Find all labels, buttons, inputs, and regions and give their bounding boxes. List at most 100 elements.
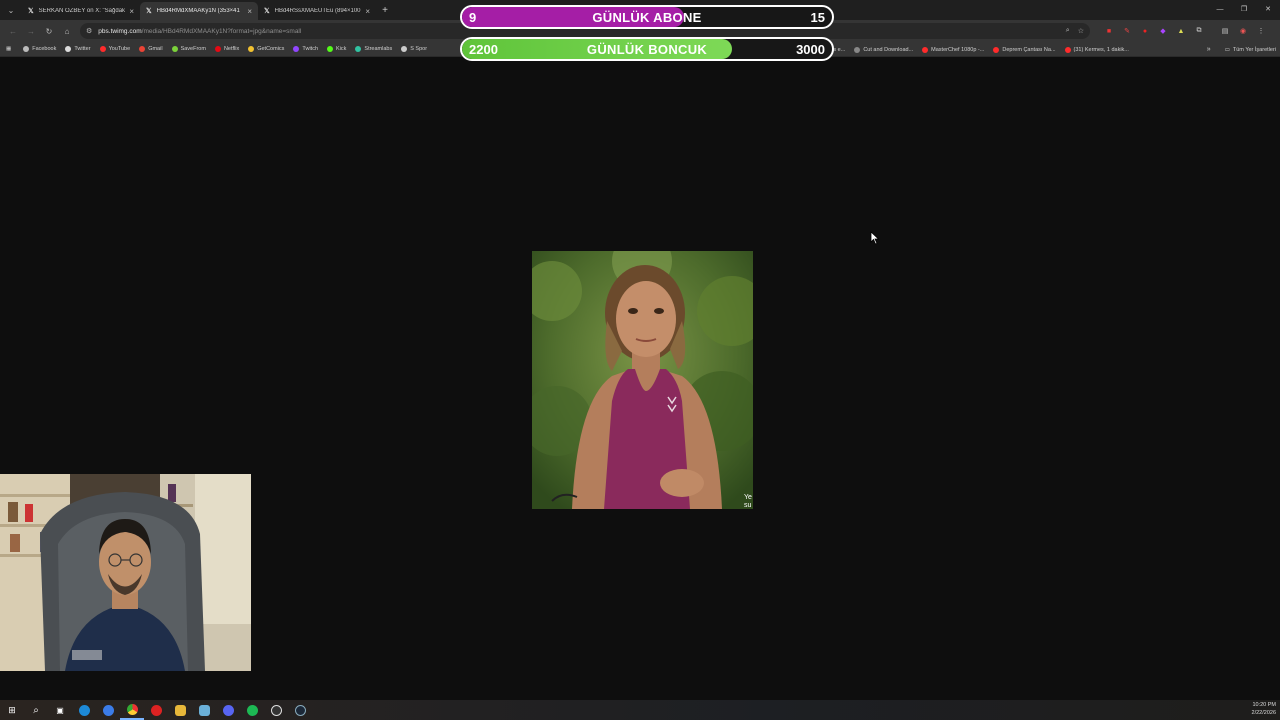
bookmark-item[interactable]: Facebook bbox=[23, 46, 56, 52]
tab-search-chevron-icon[interactable]: ⌄ bbox=[0, 0, 22, 20]
window-controls: — ❐ ✕ bbox=[1208, 0, 1280, 20]
bookmark-favicon-icon bbox=[293, 46, 300, 52]
bookmark-favicon-icon bbox=[171, 46, 178, 52]
bookmark-item[interactable]: Kick bbox=[327, 46, 346, 52]
bookmark-label: Cut and Download... bbox=[863, 46, 914, 53]
bead-goal-label: GÜNLÜK BONCUK bbox=[586, 42, 708, 57]
zoom-icon[interactable]: ⌕ bbox=[1066, 27, 1070, 35]
bookmark-item[interactable]: Twitter bbox=[65, 46, 91, 52]
back-arrow-icon[interactable]: ← bbox=[4, 27, 22, 36]
sidebar-icon[interactable]: ▤ bbox=[1216, 27, 1234, 35]
clock-date: 2/22/2026 bbox=[1251, 710, 1276, 716]
start-windows-icon[interactable]: ⊞ bbox=[0, 700, 24, 720]
snipping-tool-icon[interactable] bbox=[192, 700, 216, 720]
bookmark-label: MasterChef 1080p -... bbox=[931, 46, 985, 53]
webcam-feed-image bbox=[0, 474, 251, 671]
bookmark-favicon-icon bbox=[99, 46, 106, 52]
bookmark-item[interactable]: Netflix bbox=[214, 46, 240, 52]
bookmark-favicon-icon bbox=[401, 46, 408, 52]
extension-red-icon[interactable]: ■ bbox=[1100, 28, 1118, 35]
bookmark-item[interactable]: (31) Kermes, 1 dakik... bbox=[1064, 46, 1129, 53]
home-icon[interactable]: ⌂ bbox=[58, 27, 76, 36]
restore-icon[interactable]: ❐ bbox=[1232, 0, 1256, 20]
bead-goal-bar: 2200 GÜNLÜK BONCUK 3000 bbox=[460, 37, 834, 61]
close-icon[interactable]: × bbox=[129, 7, 134, 16]
close-icon[interactable]: × bbox=[365, 7, 370, 16]
bookmark-item[interactable]: Deprem Çantası Na... bbox=[993, 46, 1056, 53]
tab-title: HBd4RMdXMAAKy1N (353×41 bbox=[156, 8, 240, 14]
bookmark-label: Kick bbox=[336, 46, 347, 52]
photos-icon[interactable] bbox=[96, 700, 120, 720]
screen: ⌄ 𝕏 SERKAN ÖZBEY on X: "Sağdaki × 𝕏 HBd4… bbox=[0, 0, 1280, 720]
windows-taskbar: ⊞ ⌕ ▣ 10:20 PM 2/22/2026 bbox=[0, 700, 1280, 720]
menu-dots-icon[interactable]: ⋮ bbox=[1252, 27, 1270, 35]
opera-gx-icon[interactable] bbox=[144, 700, 168, 720]
bookmark-star-icon[interactable]: ☆ bbox=[1078, 27, 1084, 35]
viewed-image[interactable]: Ye su bbox=[532, 251, 753, 509]
extension-pen-icon[interactable]: ✎ bbox=[1118, 27, 1136, 35]
tab-title: SERKAN ÖZBEY on X: "Sağdaki bbox=[38, 8, 126, 14]
bookmark-favicon-icon bbox=[1064, 46, 1071, 53]
bookmark-item[interactable]: YouTube bbox=[99, 46, 130, 52]
bookmark-label: SaveFrom bbox=[180, 46, 206, 52]
subscriber-goal-label: GÜNLÜK ABONE bbox=[592, 10, 702, 25]
photo-watermark: Ye su bbox=[744, 494, 752, 509]
extension-tri-icon[interactable]: ▲ bbox=[1172, 28, 1190, 35]
search-icon[interactable]: ⌕ bbox=[24, 700, 48, 720]
bookmark-item[interactable]: GetComics bbox=[248, 46, 284, 52]
reload-icon[interactable]: ↻ bbox=[40, 27, 58, 36]
url-path: /media/HBd4RMdXMAAKy1N?format=jpg&name=s… bbox=[141, 27, 302, 35]
spotify-icon[interactable] bbox=[240, 700, 264, 720]
extensions-puzzle-icon[interactable]: ⧉ bbox=[1190, 27, 1208, 35]
clock-time: 10:20 PM bbox=[1252, 702, 1276, 708]
bookmark-favicon-icon bbox=[854, 46, 861, 53]
bookmark-item[interactable]: Gmail bbox=[139, 46, 163, 52]
forward-arrow-icon[interactable]: → bbox=[22, 27, 40, 36]
chrome-icon[interactable] bbox=[120, 700, 144, 720]
tab-1[interactable]: 𝕏 SERKAN ÖZBEY on X: "Sağdaki × bbox=[22, 2, 140, 20]
x-logo-icon: 𝕏 bbox=[264, 8, 270, 15]
bookmark-label: Netflix bbox=[223, 46, 240, 52]
bookmark-item[interactable]: Cut and Download... bbox=[854, 46, 914, 53]
x-logo-icon: 𝕏 bbox=[28, 8, 34, 15]
edge-icon[interactable] bbox=[72, 700, 96, 720]
bookmark-label: Twitch bbox=[302, 46, 319, 52]
extension-twitch-icon[interactable]: ◆ bbox=[1154, 27, 1172, 35]
system-clock[interactable]: 10:20 PM 2/22/2026 bbox=[1252, 701, 1276, 717]
bookmark-item[interactable]: Streamlabs bbox=[355, 46, 392, 52]
bookmark-item[interactable]: Twitch bbox=[293, 46, 318, 52]
bookmark-favicon-icon bbox=[65, 46, 72, 52]
folder-icon: ▭ bbox=[1224, 46, 1230, 53]
discord-icon[interactable] bbox=[216, 700, 240, 720]
apps-grid-icon[interactable]: ▦ bbox=[6, 46, 11, 52]
extension-record-icon[interactable]: ● bbox=[1136, 28, 1154, 35]
all-bookmarks-label: Tüm Yer İşaretleri bbox=[1232, 46, 1276, 53]
steam-icon[interactable] bbox=[288, 700, 312, 720]
site-info-icon[interactable]: ⚙ bbox=[86, 27, 92, 35]
minimize-icon[interactable]: — bbox=[1208, 0, 1232, 20]
bookmark-label: Deprem Çantası Na... bbox=[1002, 46, 1056, 53]
bookmark-item[interactable]: S Spor bbox=[401, 46, 427, 52]
close-window-icon[interactable]: ✕ bbox=[1256, 0, 1280, 20]
bookmark-favicon-icon bbox=[248, 46, 255, 52]
bookmark-label: Twitter bbox=[74, 46, 91, 52]
bookmark-favicon-icon bbox=[23, 46, 30, 52]
task-view-icon[interactable]: ▣ bbox=[48, 700, 72, 720]
bookmark-favicon-icon bbox=[139, 46, 146, 52]
obs-icon[interactable] bbox=[264, 700, 288, 720]
bookmarks-overflow-chevron-icon[interactable]: » bbox=[1207, 46, 1211, 53]
url-host: pbs.twimg.com bbox=[98, 27, 142, 35]
profile-avatar-icon[interactable]: ◉ bbox=[1234, 27, 1252, 35]
all-bookmarks-folder[interactable]: ▭ Tüm Yer İşaretleri bbox=[1225, 47, 1276, 53]
subscriber-goal-target: 15 bbox=[810, 10, 825, 25]
tab-2[interactable]: 𝕏 HBd4RMdXMAAKy1N (353×41 × bbox=[140, 2, 258, 20]
close-icon[interactable]: × bbox=[247, 7, 252, 16]
file-explorer-icon[interactable] bbox=[168, 700, 192, 720]
bookmark-favicon-icon bbox=[922, 46, 929, 53]
new-tab-button[interactable]: + bbox=[376, 5, 394, 16]
tab-3[interactable]: 𝕏 HBd4RSsXMAEUTEu (894×100 × bbox=[258, 2, 376, 20]
bookmark-label: Gmail bbox=[148, 46, 163, 52]
bookmark-item[interactable]: SaveFrom bbox=[171, 46, 206, 52]
bookmark-item[interactable]: MasterChef 1080p -... bbox=[922, 46, 985, 53]
bookmark-label: (31) Kermes, 1 dakik... bbox=[1073, 46, 1129, 53]
